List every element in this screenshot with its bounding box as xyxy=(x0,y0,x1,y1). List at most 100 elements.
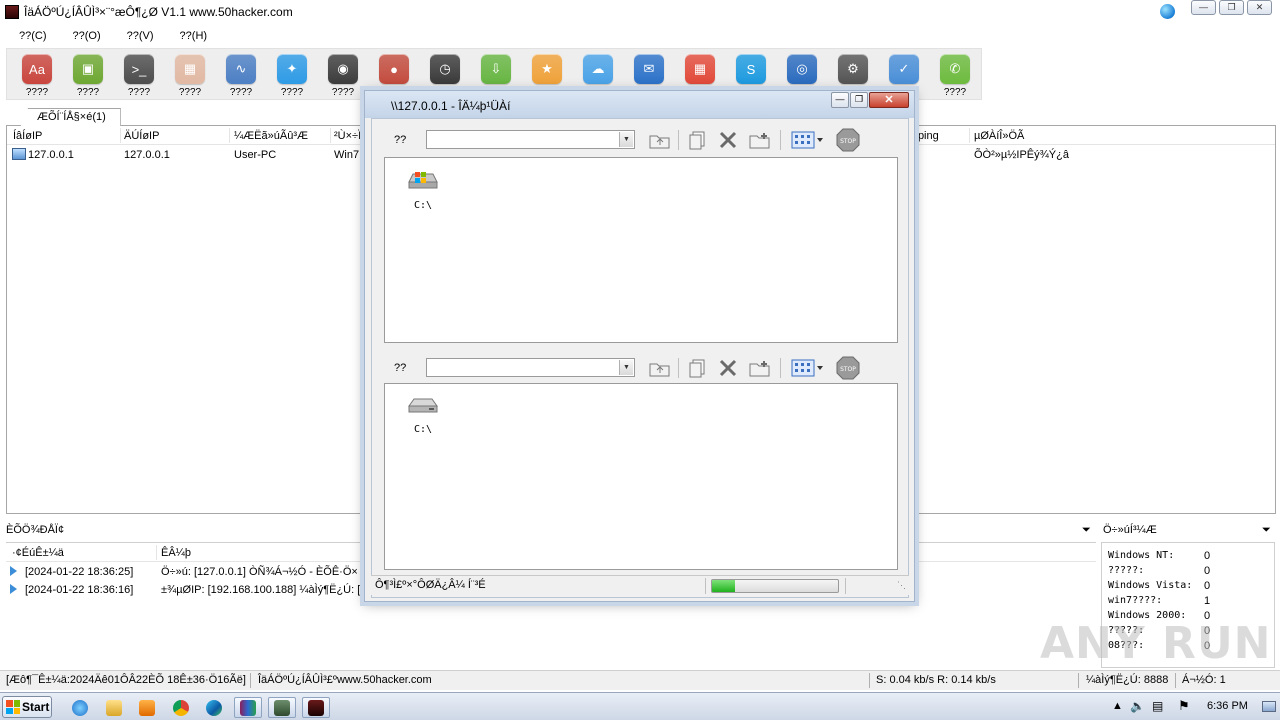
remote-drive-c[interactable]: C:\ xyxy=(403,396,443,435)
resize-grip-icon[interactable]: ⋱ xyxy=(897,580,906,591)
row-computer-name: User-PC xyxy=(234,149,277,161)
taskbar-clock[interactable]: 6:36 PM xyxy=(1207,700,1248,712)
checklist-icon: ✓ xyxy=(889,54,919,84)
terminal-icon: >_ xyxy=(124,54,154,84)
local-label: ?? xyxy=(394,134,407,146)
progress-fill xyxy=(712,580,735,592)
toolbar-button-camera[interactable]: ◉???? xyxy=(320,52,366,100)
copy-icon[interactable] xyxy=(686,128,710,152)
gear-icon: ⚙ xyxy=(838,54,868,84)
col-wan-ip[interactable]: ÍâÍøIP xyxy=(13,130,42,142)
chevron-down-icon[interactable]: ▼ xyxy=(619,132,633,147)
chevron-down-icon[interactable]: ▼ xyxy=(619,360,633,375)
fm-restore-button[interactable]: ❐ xyxy=(850,92,868,108)
start-label: Start xyxy=(22,700,50,714)
local-file-pane[interactable]: C:\ xyxy=(384,157,898,343)
clock-icon: ◷ xyxy=(430,54,460,84)
fm-close-button[interactable]: ✕ xyxy=(869,92,909,108)
winrar-icon xyxy=(240,699,256,716)
ie-icon xyxy=(72,699,88,716)
col-lan-ip[interactable]: ÄÚÍøIP xyxy=(124,130,159,142)
delete-icon[interactable] xyxy=(716,356,740,380)
computer-icon xyxy=(12,148,26,160)
taskbar: Start ▲ 🔈 ▤ ⚑ 6:36 PM xyxy=(0,692,1280,720)
toolbar-button-font[interactable]: Aa???? xyxy=(14,52,60,100)
app-icon xyxy=(5,5,19,19)
new-folder-icon[interactable] xyxy=(748,128,772,152)
taskbar-edge[interactable] xyxy=(200,697,228,718)
menu-item-o[interactable]: ??(O) xyxy=(60,30,114,42)
media-player-icon xyxy=(139,699,155,716)
close-button[interactable]: ✕ xyxy=(1247,0,1272,15)
minimize-button[interactable]: — xyxy=(1191,0,1216,15)
col-location[interactable]: µØÀíÎ»ÖÃ xyxy=(974,130,1024,142)
toolbar-button-activity[interactable]: ∿???? xyxy=(218,52,264,100)
status-start-time: [Æô¶¯Ê±¼ä:2024Äê01ÔÂ22ÈÕ 18Ê±36·Ö16Ãë] xyxy=(6,674,246,686)
calendar-icon: ▦ xyxy=(685,54,715,84)
menu-item-v[interactable]: ??(V) xyxy=(114,30,167,42)
toolbar-button-drive[interactable]: ▣???? xyxy=(65,52,111,100)
taskbar-ie[interactable] xyxy=(66,697,94,718)
remote-path-combo[interactable]: ▼ xyxy=(426,358,635,377)
phone-icon: ✆ xyxy=(940,54,970,84)
menu-item-h[interactable]: ??(H) xyxy=(167,30,221,42)
stat-value: 0 xyxy=(1204,565,1211,577)
view-mode-icon[interactable] xyxy=(790,356,826,380)
hard-drive-icon xyxy=(408,398,438,413)
remote-label: ?? xyxy=(394,362,407,374)
tab-default-group[interactable]: ÆÕÍ¨ÍÅ§×é(1) xyxy=(20,108,121,127)
pin-icon[interactable]: ⏷ xyxy=(1082,524,1091,537)
cloud-icon: ☁ xyxy=(583,54,613,84)
toolbar-button-label: ???? xyxy=(25,87,49,98)
stat-row: Windows Vista: 0 xyxy=(1108,580,1210,592)
folder-up-icon[interactable] xyxy=(648,356,672,380)
stat-row: Windows NT: 0 xyxy=(1108,550,1210,562)
copy-icon[interactable] xyxy=(686,356,710,380)
col-computer-name[interactable]: ¼ÆËã»úÃû³Æ xyxy=(234,130,308,142)
stop-icon[interactable]: STOP xyxy=(836,356,860,380)
toolbar-button-appstore[interactable]: ✦???? xyxy=(269,52,315,100)
start-button[interactable]: Start xyxy=(2,696,52,718)
toolbar-button-phone[interactable]: ✆???? xyxy=(932,52,978,100)
restore-button[interactable]: ❐ xyxy=(1219,0,1244,15)
stat-label: Windows NT: xyxy=(1108,550,1175,561)
local-drive-c[interactable]: C:\ xyxy=(403,170,443,211)
new-folder-icon[interactable] xyxy=(748,356,772,380)
stop-icon[interactable]: STOP xyxy=(836,128,860,152)
stat-value: 1 xyxy=(1204,595,1211,607)
delete-icon[interactable] xyxy=(716,128,740,152)
taskbar-media-player[interactable] xyxy=(133,697,161,718)
menu-item-c[interactable]: ??(C) xyxy=(6,30,60,42)
drive-label: C:\ xyxy=(413,424,433,435)
file-manager-titlebar: \\127.0.0.1 - ÎÄ¼þ¹ÜÀí — ❐ ✕ xyxy=(365,91,914,118)
status-bar: [Æô¶¯Ê±¼ä:2024Äê01ÔÂ22ÈÕ 18Ê±36·Ö16Ãë] Î… xyxy=(0,670,1280,690)
status-speed: S: 0.04 kb/s R: 0.14 kb/s xyxy=(876,674,996,686)
taskbar-chrome[interactable] xyxy=(167,697,195,718)
col-event[interactable]: ÊÂ¼þ xyxy=(161,547,191,559)
taskbar-winrar[interactable] xyxy=(234,697,262,718)
svg-text:STOP: STOP xyxy=(840,138,856,145)
remote-file-pane[interactable]: C:\ xyxy=(384,383,898,570)
ie-icon[interactable] xyxy=(1160,4,1175,19)
volume-icon[interactable]: 🔈 xyxy=(1130,699,1145,713)
taskbar-network-tool[interactable] xyxy=(268,697,296,718)
local-path-row: ?? ▼ STOP xyxy=(372,121,908,155)
file-manager-statusbar: Ô¶³Ì£º×°ÔØÄ¿Â¼ Í¨³É ⋱ xyxy=(371,575,909,595)
toolbar-button-calculator[interactable]: ▦???? xyxy=(167,52,213,100)
network-icon[interactable]: ▤ xyxy=(1152,699,1163,713)
local-path-combo[interactable]: ▼ xyxy=(426,130,635,149)
taskbar-remote-control[interactable] xyxy=(302,697,330,718)
view-mode-icon[interactable] xyxy=(790,128,826,152)
svg-text:STOP: STOP xyxy=(840,366,856,373)
toolbar-button-terminal[interactable]: >_???? xyxy=(116,52,162,100)
fm-minimize-button[interactable]: — xyxy=(831,92,849,108)
taskbar-explorer[interactable] xyxy=(100,697,128,718)
show-desktop-icon[interactable] xyxy=(1262,701,1276,712)
pin-icon[interactable]: ⏷ xyxy=(1262,524,1271,537)
flag-icon[interactable]: ⚑ xyxy=(1178,698,1190,714)
windows-logo-icon xyxy=(6,700,20,714)
col-time[interactable]: ·¢ÉúÊ±¼ä xyxy=(12,547,64,559)
toolbar-button-label: ???? xyxy=(76,87,100,98)
tray-up-arrow-icon[interactable]: ▲ xyxy=(1112,700,1123,712)
folder-up-icon[interactable] xyxy=(648,128,672,152)
